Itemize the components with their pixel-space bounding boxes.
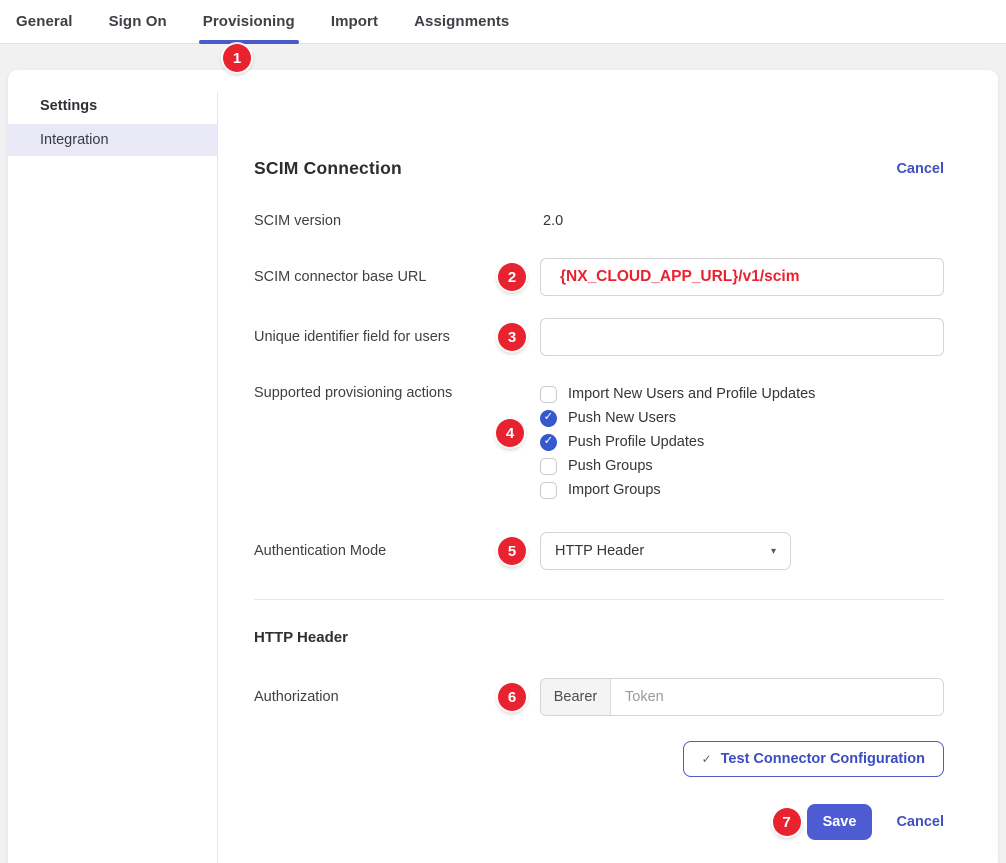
base-url-row: SCIM connector base URL 2 bbox=[254, 258, 944, 296]
checkbox-icon: ✓ bbox=[540, 482, 557, 499]
tab-provisioning[interactable]: Provisioning bbox=[203, 0, 295, 44]
sidebar: Settings Integration bbox=[8, 70, 218, 863]
checkbox-icon-checked: ✓ bbox=[540, 434, 557, 451]
tab-import[interactable]: Import bbox=[331, 0, 378, 44]
save-button[interactable]: Save bbox=[807, 804, 873, 840]
checkbox-label: Push Groups bbox=[568, 458, 653, 474]
tab-provisioning-label: Provisioning bbox=[203, 13, 295, 30]
base-url-input[interactable] bbox=[540, 258, 944, 296]
unique-id-input[interactable] bbox=[540, 318, 944, 356]
authorization-input-group: Bearer bbox=[540, 678, 944, 716]
scim-version-label: SCIM version bbox=[254, 213, 540, 229]
test-connector-label: Test Connector Configuration bbox=[721, 751, 925, 767]
annotation-badge-5: 5 bbox=[498, 537, 526, 565]
sidebar-item-integration[interactable]: Integration bbox=[8, 124, 218, 156]
tab-general[interactable]: General bbox=[16, 0, 73, 44]
chevron-down-icon: ▾ bbox=[771, 546, 776, 557]
checkbox-push-profile-updates[interactable]: ✓ Push Profile Updates bbox=[540, 430, 944, 454]
tab-assignments-label: Assignments bbox=[414, 13, 509, 30]
http-header-section-title: HTTP Header bbox=[254, 629, 944, 646]
auth-mode-selected-value: HTTP Header bbox=[555, 543, 644, 559]
tab-import-label: Import bbox=[331, 13, 378, 30]
tab-general-label: General bbox=[16, 13, 73, 30]
checkbox-push-groups[interactable]: ✓ Push Groups bbox=[540, 454, 944, 478]
annotation-badge-7: 7 bbox=[773, 808, 801, 836]
authorization-row: Authorization 6 Bearer bbox=[254, 678, 944, 716]
tab-assignments[interactable]: Assignments bbox=[414, 0, 509, 44]
annotation-badge-2: 2 bbox=[498, 263, 526, 291]
annotation-badge-4: 4 bbox=[496, 419, 524, 447]
unique-id-row: Unique identifier field for users 3 bbox=[254, 318, 944, 356]
provisioning-card: Settings Integration SCIM Connection Can… bbox=[8, 70, 998, 863]
bearer-prefix: Bearer bbox=[541, 679, 611, 715]
section-divider bbox=[254, 599, 944, 600]
scim-version-value: 2.0 bbox=[540, 213, 944, 229]
cancel-link-bottom[interactable]: Cancel bbox=[896, 814, 944, 830]
token-input[interactable] bbox=[611, 679, 943, 715]
scim-connection-panel: SCIM Connection Cancel SCIM version 2.0 … bbox=[254, 70, 944, 840]
provisioning-actions-list: 4 ✓ Import New Users and Profile Updates… bbox=[540, 382, 944, 502]
auth-mode-row: Authentication Mode 5 HTTP Header ▾ bbox=[254, 532, 944, 570]
checkbox-label: Push Profile Updates bbox=[568, 434, 704, 450]
checkbox-icon-checked: ✓ bbox=[540, 410, 557, 427]
checkbox-push-new-users[interactable]: ✓ Push New Users bbox=[540, 406, 944, 430]
checkbox-import-groups[interactable]: ✓ Import Groups bbox=[540, 478, 944, 502]
checkbox-label: Import Groups bbox=[568, 482, 661, 498]
checkbox-import-new-users-profile-updates[interactable]: ✓ Import New Users and Profile Updates bbox=[540, 382, 944, 406]
test-connector-configuration-button[interactable]: ✓ Test Connector Configuration bbox=[683, 741, 944, 777]
tab-sign-on-label: Sign On bbox=[109, 13, 167, 30]
check-icon: ✓ bbox=[702, 752, 712, 766]
sidebar-header-settings: Settings bbox=[40, 98, 218, 114]
provisioning-actions-row: Supported provisioning actions 4 ✓ Impor… bbox=[254, 382, 944, 502]
tab-bar: General Sign On Provisioning Import Assi… bbox=[0, 0, 1006, 44]
checkbox-icon: ✓ bbox=[540, 458, 557, 475]
cancel-link-top[interactable]: Cancel bbox=[896, 161, 944, 177]
annotation-badge-1: 1 bbox=[223, 44, 251, 72]
auth-mode-select[interactable]: HTTP Header ▾ bbox=[540, 532, 791, 570]
panel-title: SCIM Connection bbox=[254, 158, 402, 179]
provisioning-actions-label: Supported provisioning actions bbox=[254, 382, 540, 401]
checkbox-icon: ✓ bbox=[540, 386, 557, 403]
checkbox-label: Import New Users and Profile Updates bbox=[568, 386, 815, 402]
annotation-badge-3: 3 bbox=[498, 323, 526, 351]
tab-sign-on[interactable]: Sign On bbox=[109, 0, 167, 44]
scim-version-row: SCIM version 2.0 bbox=[254, 213, 944, 229]
checkbox-label: Push New Users bbox=[568, 410, 676, 426]
annotation-badge-6: 6 bbox=[498, 683, 526, 711]
